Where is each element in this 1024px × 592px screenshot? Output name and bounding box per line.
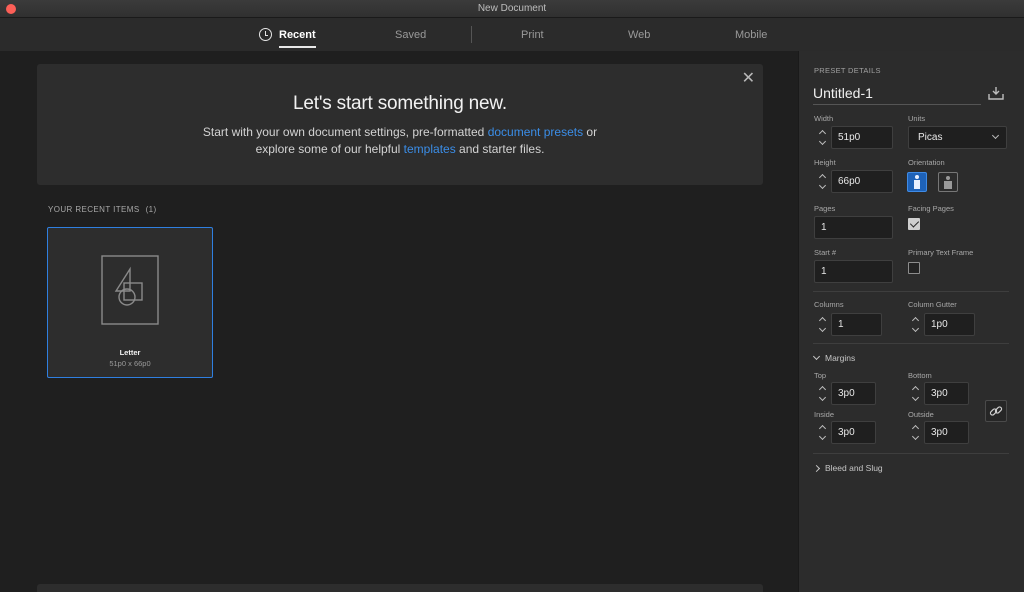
- tab-recent[interactable]: Recent: [259, 18, 316, 51]
- divider: [813, 291, 1009, 292]
- margin-top-label: Top: [814, 371, 827, 380]
- margin-outside-field[interactable]: 3p0: [924, 421, 969, 444]
- margin-top-field[interactable]: 3p0: [831, 382, 876, 405]
- chevron-down-icon: [991, 131, 1000, 140]
- welcome-banner: ✕ Let's start something new. Start with …: [37, 64, 763, 185]
- tab-bar: Recent Saved Print Web Mobile: [0, 18, 1024, 51]
- width-field[interactable]: 51p0: [831, 126, 893, 149]
- welcome-line2-end: and starter files.: [455, 142, 545, 156]
- tab-mobile-label: Mobile: [735, 28, 768, 41]
- columns-stepper[interactable]: [817, 313, 829, 336]
- margin-bottom-label: Bottom: [908, 371, 932, 380]
- columns-field[interactable]: 1: [831, 313, 882, 336]
- recent-item-size: 51p0 x 66p0: [109, 359, 151, 368]
- tab-saved[interactable]: Saved: [395, 18, 426, 51]
- width-stepper[interactable]: [817, 126, 829, 149]
- chevron-down-icon: [812, 352, 821, 361]
- link-margins-button[interactable]: [985, 400, 1007, 422]
- margin-bottom-stepper[interactable]: [910, 382, 922, 405]
- recent-item-name: Letter: [119, 348, 141, 357]
- column-gutter-stepper[interactable]: [910, 313, 922, 336]
- tab-mobile[interactable]: Mobile: [735, 18, 767, 51]
- document-name-field[interactable]: Untitled-1: [813, 83, 981, 105]
- margin-bottom-field[interactable]: 3p0: [924, 382, 969, 405]
- window-close-button[interactable]: [6, 4, 16, 14]
- welcome-line2-text: explore some of our helpful: [255, 142, 404, 156]
- units-value: Picas: [918, 132, 943, 143]
- preset-details-panel: PRESET DETAILS Untitled-1 Width 51p0 Uni…: [798, 51, 1024, 592]
- landscape-icon: [944, 176, 952, 189]
- link-icon: [989, 406, 1003, 416]
- recent-count: (1): [145, 205, 157, 214]
- margin-inside-field[interactable]: 3p0: [831, 421, 876, 444]
- templates-strip: [37, 584, 763, 592]
- templates-link[interactable]: templates: [404, 142, 456, 156]
- margin-inside-label: Inside: [814, 410, 835, 419]
- title-bar: New Document: [0, 0, 1024, 18]
- orientation-landscape-button[interactable]: [938, 172, 958, 192]
- tab-web[interactable]: Web: [628, 18, 650, 51]
- portrait-icon: [914, 175, 920, 189]
- height-stepper[interactable]: [817, 170, 829, 193]
- tab-recent-label: Recent: [279, 28, 316, 41]
- units-label: Units: [908, 114, 926, 123]
- divider: [813, 453, 1009, 454]
- welcome-heading: Let's start something new.: [293, 93, 507, 114]
- clock-icon: [259, 28, 272, 41]
- tab-saved-label: Saved: [395, 28, 427, 41]
- orientation-portrait-button[interactable]: [907, 172, 927, 192]
- pages-label: Pages: [814, 204, 836, 213]
- tab-divider: [471, 26, 472, 43]
- main-area: ✕ Let's start something new. Start with …: [0, 51, 798, 592]
- margin-inside-stepper[interactable]: [817, 421, 829, 444]
- window-title: New Document: [477, 3, 547, 14]
- close-icon[interactable]: ✕: [742, 68, 755, 88]
- width-label: Width: [814, 114, 834, 123]
- tab-print[interactable]: Print: [521, 18, 544, 51]
- primary-text-frame-label: Primary Text Frame: [908, 248, 974, 257]
- document-thumbnail-icon: [101, 255, 159, 325]
- bleed-slug-toggle[interactable]: Bleed and Slug: [812, 463, 883, 473]
- start-page-label: Start #: [814, 248, 837, 257]
- divider: [813, 343, 1009, 344]
- margin-outside-label: Outside: [908, 410, 934, 419]
- welcome-line1-end: or: [583, 125, 598, 139]
- recent-item[interactable]: Letter 51p0 x 66p0: [47, 227, 213, 378]
- preset-details-label: PRESET DETAILS: [814, 66, 881, 75]
- margins-toggle[interactable]: Margins: [812, 352, 856, 363]
- column-gutter-field[interactable]: 1p0: [924, 313, 975, 336]
- column-gutter-label: Column Gutter: [908, 300, 957, 309]
- primary-text-frame-checkbox[interactable]: [908, 262, 920, 274]
- welcome-line1-text: Start with your own document settings, p…: [202, 125, 488, 139]
- facing-pages-label: Facing Pages: [908, 204, 954, 213]
- tab-web-label: Web: [628, 28, 651, 41]
- bleed-slug-label: Bleed and Slug: [825, 463, 883, 473]
- document-presets-link[interactable]: document presets: [488, 125, 583, 139]
- save-preset-icon[interactable]: [988, 86, 1004, 100]
- columns-label: Columns: [814, 300, 844, 309]
- tab-print-label: Print: [521, 28, 544, 41]
- margin-outside-stepper[interactable]: [910, 421, 922, 444]
- recent-items-heading: YOUR RECENT ITEMS (1): [48, 205, 157, 214]
- pages-field[interactable]: 1: [814, 216, 893, 239]
- units-select[interactable]: Picas: [908, 126, 1007, 149]
- start-page-field[interactable]: 1: [814, 260, 893, 283]
- welcome-text: Start with your own document settings, p…: [37, 124, 763, 158]
- margin-top-stepper[interactable]: [817, 382, 829, 405]
- facing-pages-checkbox[interactable]: [908, 218, 920, 230]
- height-field[interactable]: 66p0: [831, 170, 893, 193]
- recent-heading-label: YOUR RECENT ITEMS: [48, 205, 140, 214]
- margins-label: Margins: [825, 353, 856, 363]
- orientation-label: Orientation: [908, 158, 945, 167]
- chevron-right-icon: [812, 464, 821, 472]
- height-label: Height: [814, 158, 836, 167]
